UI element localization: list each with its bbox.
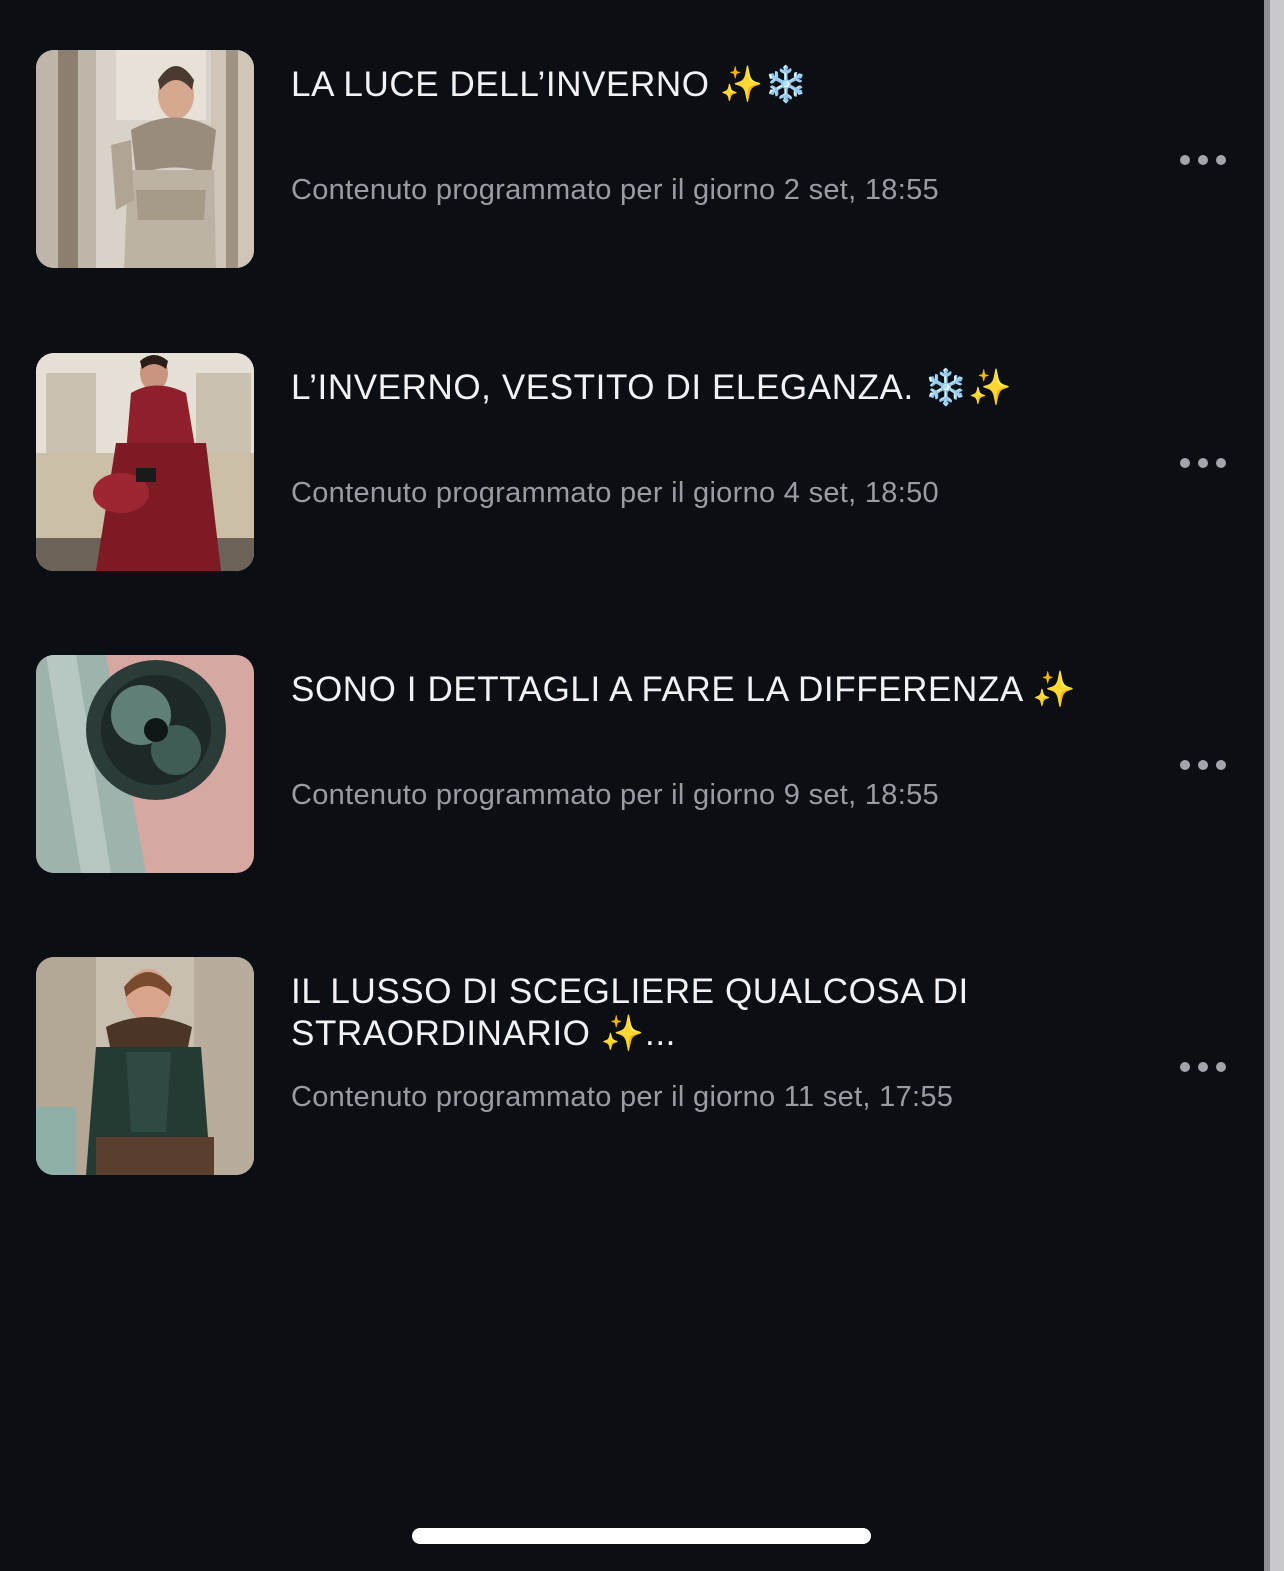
post-thumbnail[interactable] — [36, 957, 254, 1175]
scheduled-posts-screen: LA LUCE DELL’INVERNO ✨❄️ Contenuto progr… — [0, 0, 1284, 1571]
more-horizontal-icon-dot — [1198, 760, 1208, 770]
side-panel-edge — [1264, 0, 1284, 1571]
post-thumbnail[interactable] — [36, 50, 254, 268]
photo-woman-green-python-jacket — [36, 957, 254, 1175]
more-horizontal-icon-dot — [1198, 155, 1208, 165]
more-horizontal-icon-dot — [1216, 458, 1226, 468]
more-horizontal-icon-dot — [1216, 1062, 1226, 1072]
post-title: LA LUCE DELL’INVERNO ✨❄️ — [291, 65, 809, 104]
more-horizontal-icon-dot — [1198, 1062, 1208, 1072]
post-schedule-text: Contenuto programmato per il giorno 2 se… — [291, 174, 939, 206]
post-title: SONO I DETTAGLI A FARE LA DIFFERENZA ✨ — [291, 670, 1077, 709]
more-horizontal-icon — [1180, 760, 1190, 770]
list-item[interactable]: LA LUCE DELL’INVERNO ✨❄️ Contenuto progr… — [0, 50, 1264, 270]
photo-green-fur-pompom — [36, 655, 254, 873]
list-item[interactable]: IL LUSSO DI SCEGLIERE QUALCOSA DI STRAOR… — [0, 957, 1264, 1177]
post-schedule-text: Contenuto programmato per il giorno 9 se… — [291, 779, 939, 811]
more-horizontal-icon — [1180, 1062, 1190, 1072]
home-indicator[interactable] — [412, 1528, 871, 1544]
post-schedule-text: Contenuto programmato per il giorno 4 se… — [291, 477, 939, 509]
side-panel-edge-shadow — [1264, 0, 1270, 1571]
more-options-button[interactable] — [1170, 1049, 1236, 1085]
post-thumbnail[interactable] — [36, 655, 254, 873]
more-options-button[interactable] — [1170, 445, 1236, 481]
more-horizontal-icon-dot — [1216, 155, 1226, 165]
post-thumbnail[interactable] — [36, 353, 254, 571]
list-item[interactable]: SONO I DETTAGLI A FARE LA DIFFERENZA ✨ C… — [0, 655, 1264, 875]
more-horizontal-icon — [1180, 155, 1190, 165]
more-horizontal-icon-dot — [1198, 458, 1208, 468]
post-schedule-text: Contenuto programmato per il giorno 11 s… — [291, 1081, 954, 1113]
more-options-button[interactable] — [1170, 142, 1236, 178]
photo-woman-snakeskin-jacket — [36, 50, 254, 268]
post-title: IL LUSSO DI SCEGLIERE QUALCOSA DI STRAOR… — [291, 972, 969, 1053]
more-options-button[interactable] — [1170, 747, 1236, 783]
post-title: L’INVERNO, VESTITO DI ELEGANZA. ❄️✨ — [291, 368, 1013, 407]
photo-woman-burgundy-coat — [36, 353, 254, 571]
more-horizontal-icon — [1180, 458, 1190, 468]
list-item[interactable]: L’INVERNO, VESTITO DI ELEGANZA. ❄️✨ Cont… — [0, 353, 1264, 573]
more-horizontal-icon-dot — [1216, 760, 1226, 770]
